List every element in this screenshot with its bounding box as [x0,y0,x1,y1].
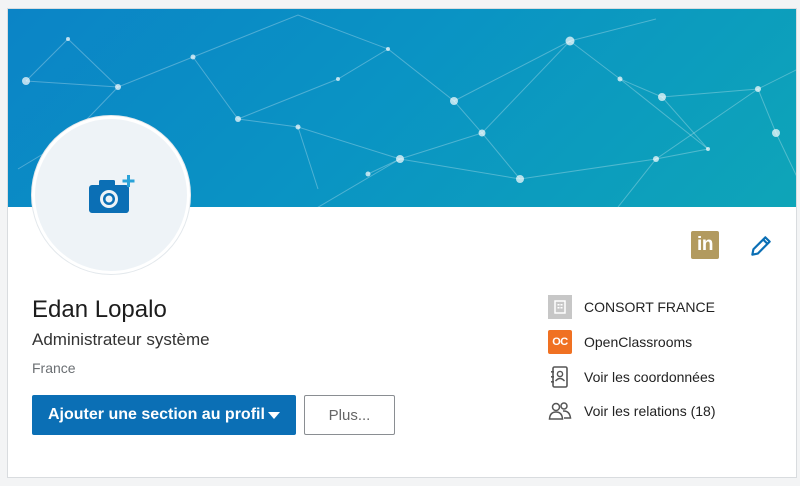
sidebar-item-label: CONSORT FRANCE [584,299,715,315]
sidebar-item-connections[interactable]: Voir les relations (18) [548,398,716,424]
sidebar-item-label: OpenClassrooms [584,334,693,350]
pencil-icon [751,236,771,256]
more-button[interactable]: Plus... [304,395,395,435]
sidebar-item-contact-info[interactable]: Voir les coordonnées [548,364,715,390]
sidebar-item-label: Voir les coordonnées [584,369,715,385]
profile-location: France [32,360,76,376]
profile-photo-placeholder[interactable] [32,116,190,274]
add-profile-section-label: Ajouter une section au profil [48,406,265,423]
openclassrooms-logo: OC [548,330,572,354]
camera-add-icon [89,175,135,213]
sidebar-item-label: Voir les relations (18) [584,403,716,419]
linkedin-badge-icon[interactable]: in [691,231,719,259]
people-icon [548,399,572,423]
company-building-icon [548,295,572,319]
add-profile-section-button[interactable]: Ajouter une section au profil [32,395,296,435]
edit-profile-button[interactable] [748,233,774,259]
sidebar-item-school[interactable]: OC OpenClassrooms [548,329,692,355]
sidebar-item-company[interactable]: CONSORT FRANCE [548,294,715,320]
chevron-down-icon [268,412,280,419]
profile-headline: Administrateur système [32,330,210,349]
profile-card: in Edan Lopalo Administrateur système Fr… [7,8,797,478]
profile-name: Edan Lopalo [32,296,167,323]
contact-card-icon [548,365,572,389]
